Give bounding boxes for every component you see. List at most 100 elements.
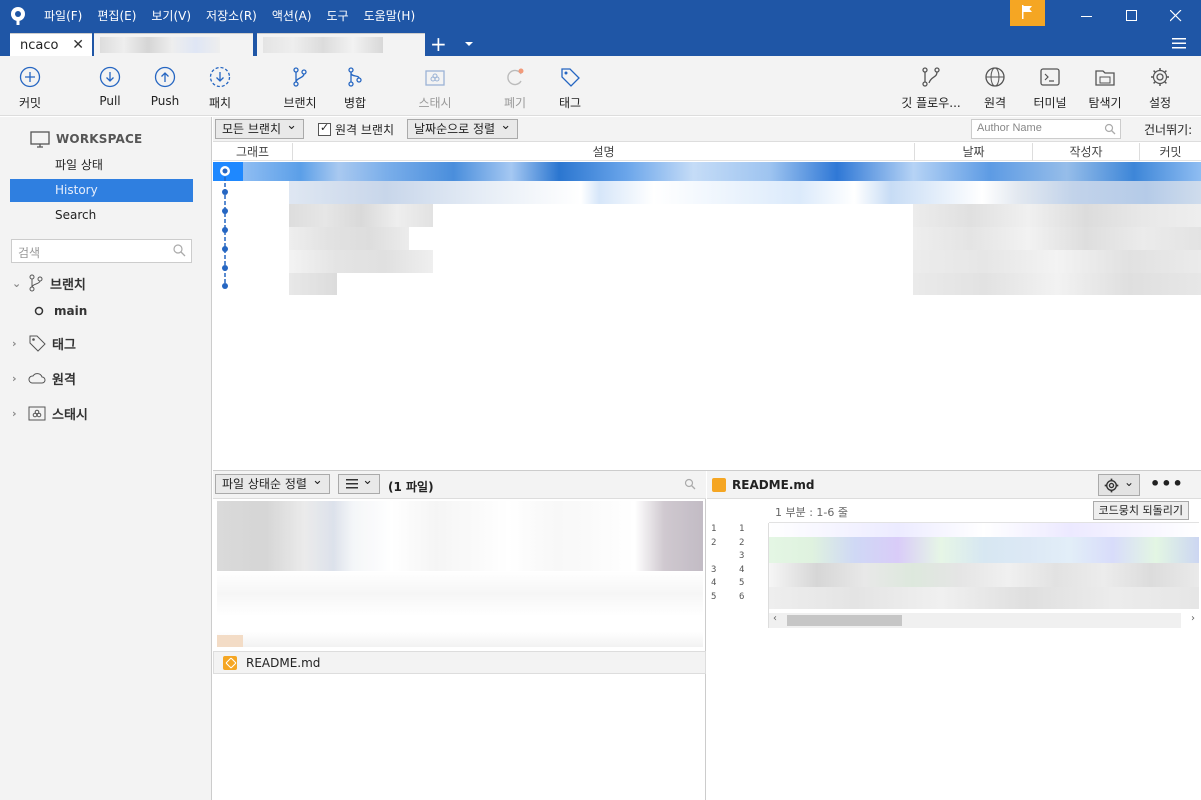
tab-label-blurred	[100, 37, 220, 53]
close-icon	[1170, 10, 1182, 22]
maximize-icon	[1126, 10, 1137, 21]
diff-line-numbers: 11 22 3 34 45 56	[707, 523, 769, 628]
author-filter-input[interactable]: Author Name	[971, 119, 1121, 139]
menu-repository[interactable]: 저장소(R)	[206, 0, 257, 32]
search-icon[interactable]	[684, 478, 696, 490]
explorer-button[interactable]: 탐색기	[1075, 66, 1135, 112]
column-author[interactable]: 작성자	[1033, 143, 1140, 161]
sidebar-group-remotes[interactable]: › 원격	[12, 366, 76, 390]
git-flow-button[interactable]: 깃 플로우...	[901, 66, 961, 112]
sidebar-group-tags[interactable]: › 태그	[12, 331, 76, 355]
branches-label: 브랜치	[50, 277, 86, 293]
commit-row-blurred-content	[289, 181, 1201, 204]
commit-list	[213, 162, 1201, 472]
column-graph[interactable]: 그래프	[213, 143, 293, 161]
chevron-right-icon[interactable]: ›	[12, 337, 24, 350]
file-sort-select[interactable]: 파일 상태순 정렬	[215, 472, 330, 494]
commit-row[interactable]	[213, 181, 1201, 204]
tag-button[interactable]: 태그	[540, 66, 600, 112]
merge-button[interactable]: 병합	[325, 66, 385, 112]
checkbox-checked-icon[interactable]	[318, 121, 331, 136]
stash-icon	[28, 406, 46, 421]
workspace-header: WORKSPACE	[30, 129, 142, 149]
remote-button[interactable]: 원격	[965, 66, 1025, 112]
notification-flag-button[interactable]	[1010, 0, 1045, 26]
branch-filter-select[interactable]: 모든 브랜치	[215, 117, 305, 139]
stash-button[interactable]: 스태시	[405, 66, 465, 112]
pull-button[interactable]: Pull	[80, 66, 140, 112]
gear-icon	[1151, 68, 1169, 86]
toolbar: 커밋 Pull Push 패치 브랜치 병합 스태시 폐기 태그 깃 플로우..…	[0, 56, 1201, 116]
changed-files-pane: 파일 상태순 정렬 (1 파일) README.md	[213, 471, 706, 800]
file-count: (1 파일)	[388, 480, 434, 494]
sidebar-item-search[interactable]: Search	[10, 204, 193, 227]
scrollbar-thumb[interactable]	[787, 615, 902, 626]
add-tab-icon[interactable]: +	[430, 34, 447, 54]
view-mode-select[interactable]	[338, 472, 380, 494]
maximize-button[interactable]	[1111, 0, 1153, 32]
changed-file-row[interactable]: README.md	[213, 651, 706, 674]
close-window-button[interactable]	[1155, 0, 1197, 32]
sidebar: WORKSPACE 파일 상태 History Search 검색 ⌄ 브랜치 …	[0, 117, 212, 800]
commit-button[interactable]: 커밋	[0, 66, 60, 112]
git-flow-icon	[922, 67, 940, 87]
menu-help[interactable]: 도움말(H)	[364, 0, 416, 32]
commit-row[interactable]	[213, 250, 1201, 273]
sidebar-item-file-status[interactable]: 파일 상태	[10, 154, 193, 177]
chevron-right-icon[interactable]: ›	[12, 372, 24, 385]
current-branch-icon	[34, 306, 44, 316]
commit-row[interactable]	[213, 273, 1201, 295]
file-name: README.md	[246, 656, 321, 670]
diff-horizontal-scrollbar[interactable]: ‹ ›	[769, 613, 1195, 628]
hamburger-menu-icon[interactable]	[1172, 37, 1186, 49]
fetch-button[interactable]: 패치	[190, 66, 250, 112]
discard-button[interactable]: 폐기	[485, 66, 545, 112]
menu-actions[interactable]: 액션(A)	[272, 0, 312, 32]
tab-close-icon[interactable]: ✕	[72, 37, 84, 53]
remotes-label: 원격	[52, 372, 76, 388]
commit-row[interactable]	[213, 162, 1201, 181]
menu-view[interactable]: 보기(V)	[151, 0, 191, 32]
minimize-button[interactable]	[1066, 0, 1108, 32]
diff-content	[769, 523, 1199, 611]
title-bar: 파일(F) 편집(E) 보기(V) 저장소(R) 액션(A) 도구 도움말(H)	[0, 0, 1201, 32]
sidebar-group-stashes[interactable]: › 스태시	[12, 401, 88, 425]
settings-button[interactable]: 설정	[1130, 66, 1190, 112]
chevron-down-icon[interactable]: ⌄	[12, 277, 24, 290]
stashes-label: 스태시	[52, 407, 88, 423]
discard-hunk-button[interactable]: 코드뭉치 되돌리기	[1092, 501, 1189, 520]
menu-tools[interactable]: 도구	[327, 0, 349, 32]
branch-button[interactable]: 브랜치	[270, 66, 330, 112]
diff-options-button[interactable]: ⌄	[1098, 474, 1140, 496]
terminal-button[interactable]: 터미널	[1020, 66, 1080, 112]
cloud-icon	[28, 373, 46, 384]
tab-repo-2[interactable]	[94, 33, 253, 56]
sort-order-select[interactable]: 날짜순으로 정렬	[407, 117, 519, 139]
chevron-right-icon[interactable]: ›	[12, 407, 24, 420]
column-description[interactable]: 설명	[293, 143, 915, 161]
sidebar-search-input[interactable]: 검색	[11, 239, 192, 263]
menu-edit[interactable]: 편집(E)	[97, 0, 136, 32]
commit-row[interactable]	[213, 204, 1201, 227]
menu-file[interactable]: 파일(F)	[44, 0, 82, 32]
chevron-down-icon: ⌄	[1123, 475, 1134, 489]
scroll-left-icon[interactable]: ‹	[773, 613, 777, 624]
column-date[interactable]: 날짜	[915, 143, 1033, 161]
tab-bar: ncaco ✕ +	[0, 32, 1201, 56]
push-button[interactable]: Push	[135, 66, 195, 112]
tab-repo-3[interactable]	[257, 33, 425, 56]
tab-dropdown-icon[interactable]	[464, 40, 474, 48]
history-view: 모든 브랜치 원격 브랜치 날짜순으로 정렬 Author Name 건너뛰기:…	[213, 117, 1201, 800]
branch-name: main	[54, 304, 88, 318]
branch-item-main[interactable]: main	[34, 299, 87, 323]
sidebar-item-history[interactable]: History	[10, 179, 193, 202]
sidebar-group-branches[interactable]: ⌄ 브랜치	[12, 271, 86, 295]
tab-repo-active[interactable]: ncaco ✕	[10, 33, 92, 56]
more-options-icon[interactable]: •••	[1150, 474, 1184, 493]
commit-row[interactable]	[213, 227, 1201, 250]
column-commit[interactable]: 커밋	[1140, 143, 1201, 161]
show-remote-branches-checkbox[interactable]: 원격 브랜치	[318, 121, 394, 138]
search-icon	[1104, 123, 1116, 135]
branch-icon	[293, 67, 307, 87]
scroll-right-icon[interactable]: ›	[1191, 613, 1195, 624]
